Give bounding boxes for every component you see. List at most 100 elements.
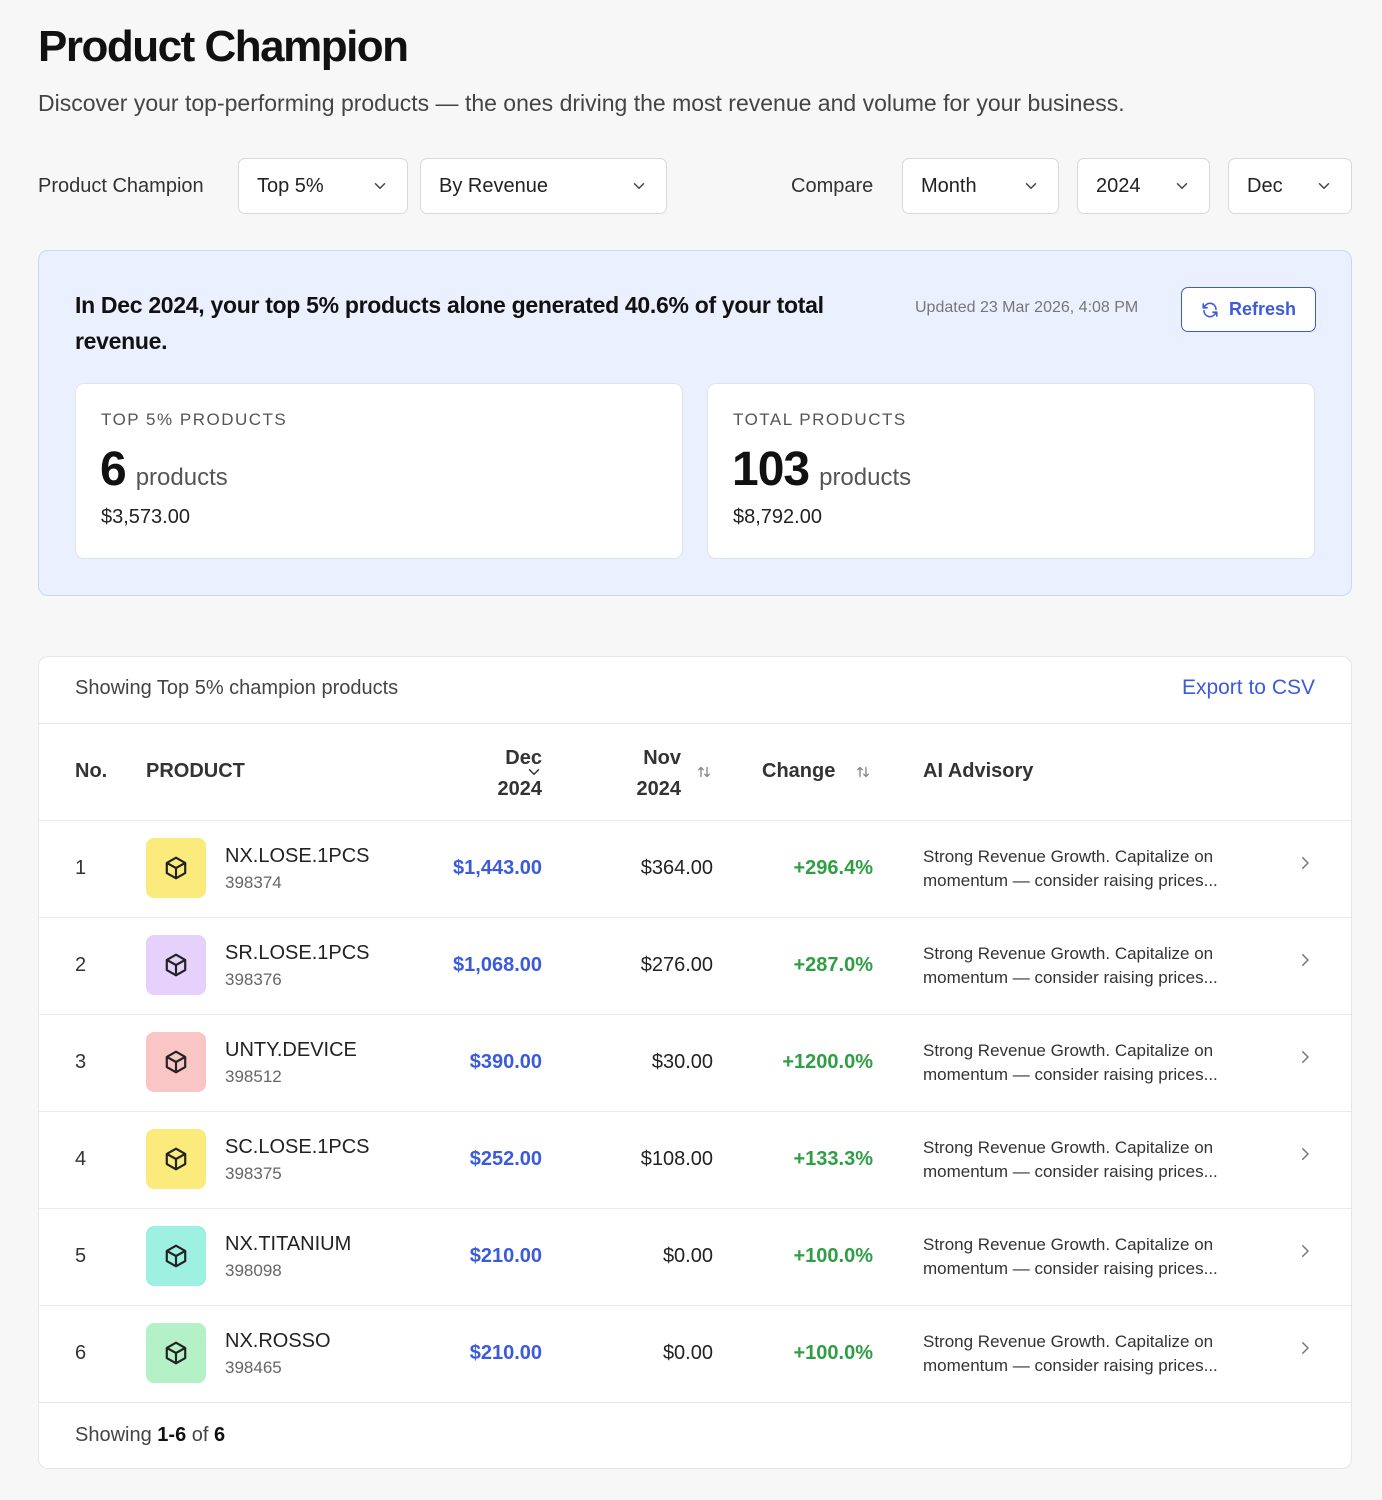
divider bbox=[39, 1402, 1351, 1403]
dec-revenue: $210.00 bbox=[469, 1245, 542, 1267]
top-products-unit: products bbox=[135, 464, 228, 491]
top-products-count: 6 bbox=[100, 443, 127, 496]
ai-advisory-text: Strong Revenue Growth. Capitalize on mom… bbox=[923, 1041, 1218, 1084]
row-number: 1 bbox=[75, 857, 87, 879]
nov-revenue: $0.00 bbox=[662, 1342, 713, 1364]
refresh-label: Refresh bbox=[1228, 299, 1297, 319]
product-icon-tile bbox=[146, 838, 206, 898]
dec-revenue: $252.00 bbox=[469, 1148, 542, 1170]
chevron-right-icon[interactable] bbox=[1296, 951, 1314, 969]
column-header-ai-advisory: AI Advisory bbox=[923, 760, 1034, 782]
period-select[interactable]: Month bbox=[902, 158, 1059, 214]
package-cube-icon bbox=[165, 953, 187, 977]
row-number: 5 bbox=[75, 1245, 87, 1267]
change-percent: +133.3% bbox=[793, 1148, 873, 1170]
nov-revenue: $0.00 bbox=[662, 1245, 713, 1267]
chevron-right-icon[interactable] bbox=[1296, 854, 1314, 872]
dec-revenue: $390.00 bbox=[469, 1051, 542, 1073]
package-cube-icon bbox=[165, 1147, 187, 1171]
table-row[interactable]: 6 NX.ROSSO 398465 $210.00 $0.00 +100.0% … bbox=[39, 1305, 1351, 1402]
compare-label: Compare bbox=[791, 175, 874, 197]
column-header-change[interactable]: Change bbox=[762, 760, 835, 783]
product-code: 398376 bbox=[225, 970, 282, 989]
nov-revenue: $276.00 bbox=[640, 954, 713, 976]
sort-arrows-icon[interactable] bbox=[695, 763, 713, 781]
row-number: 3 bbox=[75, 1051, 87, 1073]
page-title: Product Champion bbox=[38, 22, 409, 71]
ai-advisory-text: Strong Revenue Growth. Capitalize on mom… bbox=[923, 1235, 1218, 1278]
row-number: 6 bbox=[75, 1342, 87, 1364]
product-name: SR.LOSE.1PCS bbox=[225, 942, 370, 964]
sort-desc-icon[interactable] bbox=[525, 763, 543, 781]
row-number: 4 bbox=[75, 1148, 87, 1170]
total-products-value: 103 products bbox=[732, 442, 911, 497]
period-value: Month bbox=[921, 174, 977, 197]
package-cube-icon bbox=[165, 1341, 187, 1365]
total-products-count: 103 bbox=[732, 443, 810, 496]
champion-filter-label: Product Champion bbox=[38, 175, 204, 197]
product-icon-tile bbox=[146, 1226, 206, 1286]
column-header-product: PRODUCT bbox=[146, 760, 245, 782]
package-cube-icon bbox=[165, 1244, 187, 1268]
top-products-value: 6 products bbox=[100, 442, 228, 497]
table-row[interactable]: 3 UNTY.DEVICE 398512 $390.00 $30.00 +120… bbox=[39, 1014, 1351, 1111]
refresh-icon bbox=[1202, 302, 1218, 317]
summary-headline: In Dec 2024, your top 5% products alone … bbox=[75, 292, 824, 354]
chevron-down-icon bbox=[633, 183, 645, 189]
product-name: NX.LOSE.1PCS bbox=[225, 845, 370, 867]
change-percent: +1200.0% bbox=[782, 1051, 873, 1073]
pagination-summary: Showing 1-6 of 6 bbox=[75, 1424, 225, 1447]
export-csv-link[interactable]: Export to CSV bbox=[1182, 676, 1315, 700]
top-products-card: TOP 5% PRODUCTS 6 products $3,573.00 bbox=[75, 383, 683, 559]
product-name: NX.ROSSO bbox=[225, 1330, 331, 1352]
package-cube-icon bbox=[165, 856, 187, 880]
year-select[interactable]: 2024 bbox=[1077, 158, 1210, 214]
product-code: 398465 bbox=[225, 1358, 282, 1377]
package-cube-icon bbox=[165, 1050, 187, 1074]
product-name: UNTY.DEVICE bbox=[225, 1039, 357, 1061]
refresh-button[interactable]: Refresh bbox=[1181, 287, 1316, 332]
pagination-total: 6 bbox=[214, 1424, 226, 1446]
ai-advisory-text: Strong Revenue Growth. Capitalize on mom… bbox=[923, 1138, 1218, 1181]
product-code: 398512 bbox=[225, 1067, 282, 1086]
product-icon-tile bbox=[146, 1323, 206, 1383]
table-row[interactable]: 2 SR.LOSE.1PCS 398376 $1,068.00 $276.00 … bbox=[39, 917, 1351, 1014]
pagination-prefix: Showing bbox=[75, 1424, 152, 1446]
chevron-down-icon bbox=[1176, 183, 1188, 189]
total-products-unit: products bbox=[819, 464, 912, 491]
column-header-no: No. bbox=[75, 760, 108, 782]
table-row[interactable]: 1 NX.LOSE.1PCS 398374 $1,443.00 $364.00 … bbox=[39, 820, 1351, 917]
dec-revenue: $210.00 bbox=[469, 1342, 542, 1364]
product-icon-tile bbox=[146, 1032, 206, 1092]
chevron-right-icon[interactable] bbox=[1296, 1339, 1314, 1357]
pagination-range: 1-6 bbox=[157, 1424, 187, 1446]
product-icon-tile bbox=[146, 935, 206, 995]
nov-revenue: $108.00 bbox=[640, 1148, 713, 1170]
chevron-down-icon bbox=[1025, 183, 1037, 189]
chevron-right-icon[interactable] bbox=[1296, 1242, 1314, 1260]
table-row[interactable]: 4 SC.LOSE.1PCS 398375 $252.00 $108.00 +1… bbox=[39, 1111, 1351, 1208]
product-code: 398375 bbox=[225, 1164, 282, 1183]
month-value: Dec bbox=[1247, 174, 1283, 197]
table-row[interactable]: 5 NX.TITANIUM 398098 $210.00 $0.00 +100.… bbox=[39, 1208, 1351, 1305]
product-code: 398098 bbox=[225, 1261, 282, 1280]
total-products-amount: $8,792.00 bbox=[733, 506, 822, 528]
champion-table-card: Showing Top 5% champion products Export … bbox=[38, 656, 1352, 1469]
chevron-right-icon[interactable] bbox=[1296, 1145, 1314, 1163]
chevron-down-icon bbox=[374, 183, 386, 189]
row-number: 2 bbox=[75, 954, 87, 976]
top-products-amount: $3,573.00 bbox=[101, 506, 190, 528]
product-icon-tile bbox=[146, 1129, 206, 1189]
champion-percent-select[interactable]: Top 5% bbox=[238, 158, 408, 214]
month-select[interactable]: Dec bbox=[1228, 158, 1352, 214]
year-value: 2024 bbox=[1096, 174, 1141, 197]
sort-arrows-icon[interactable] bbox=[854, 763, 872, 781]
champion-metric-value: By Revenue bbox=[439, 174, 548, 197]
champion-metric-select[interactable]: By Revenue bbox=[420, 158, 667, 214]
column-header-nov-2024[interactable]: Nov 2024 bbox=[637, 743, 682, 805]
dec-revenue: $1,443.00 bbox=[453, 857, 542, 879]
champion-percent-value: Top 5% bbox=[257, 174, 324, 197]
column-header-nov-month: Nov bbox=[643, 747, 681, 769]
chevron-right-icon[interactable] bbox=[1296, 1048, 1314, 1066]
table-caption: Showing Top 5% champion products bbox=[75, 677, 399, 699]
